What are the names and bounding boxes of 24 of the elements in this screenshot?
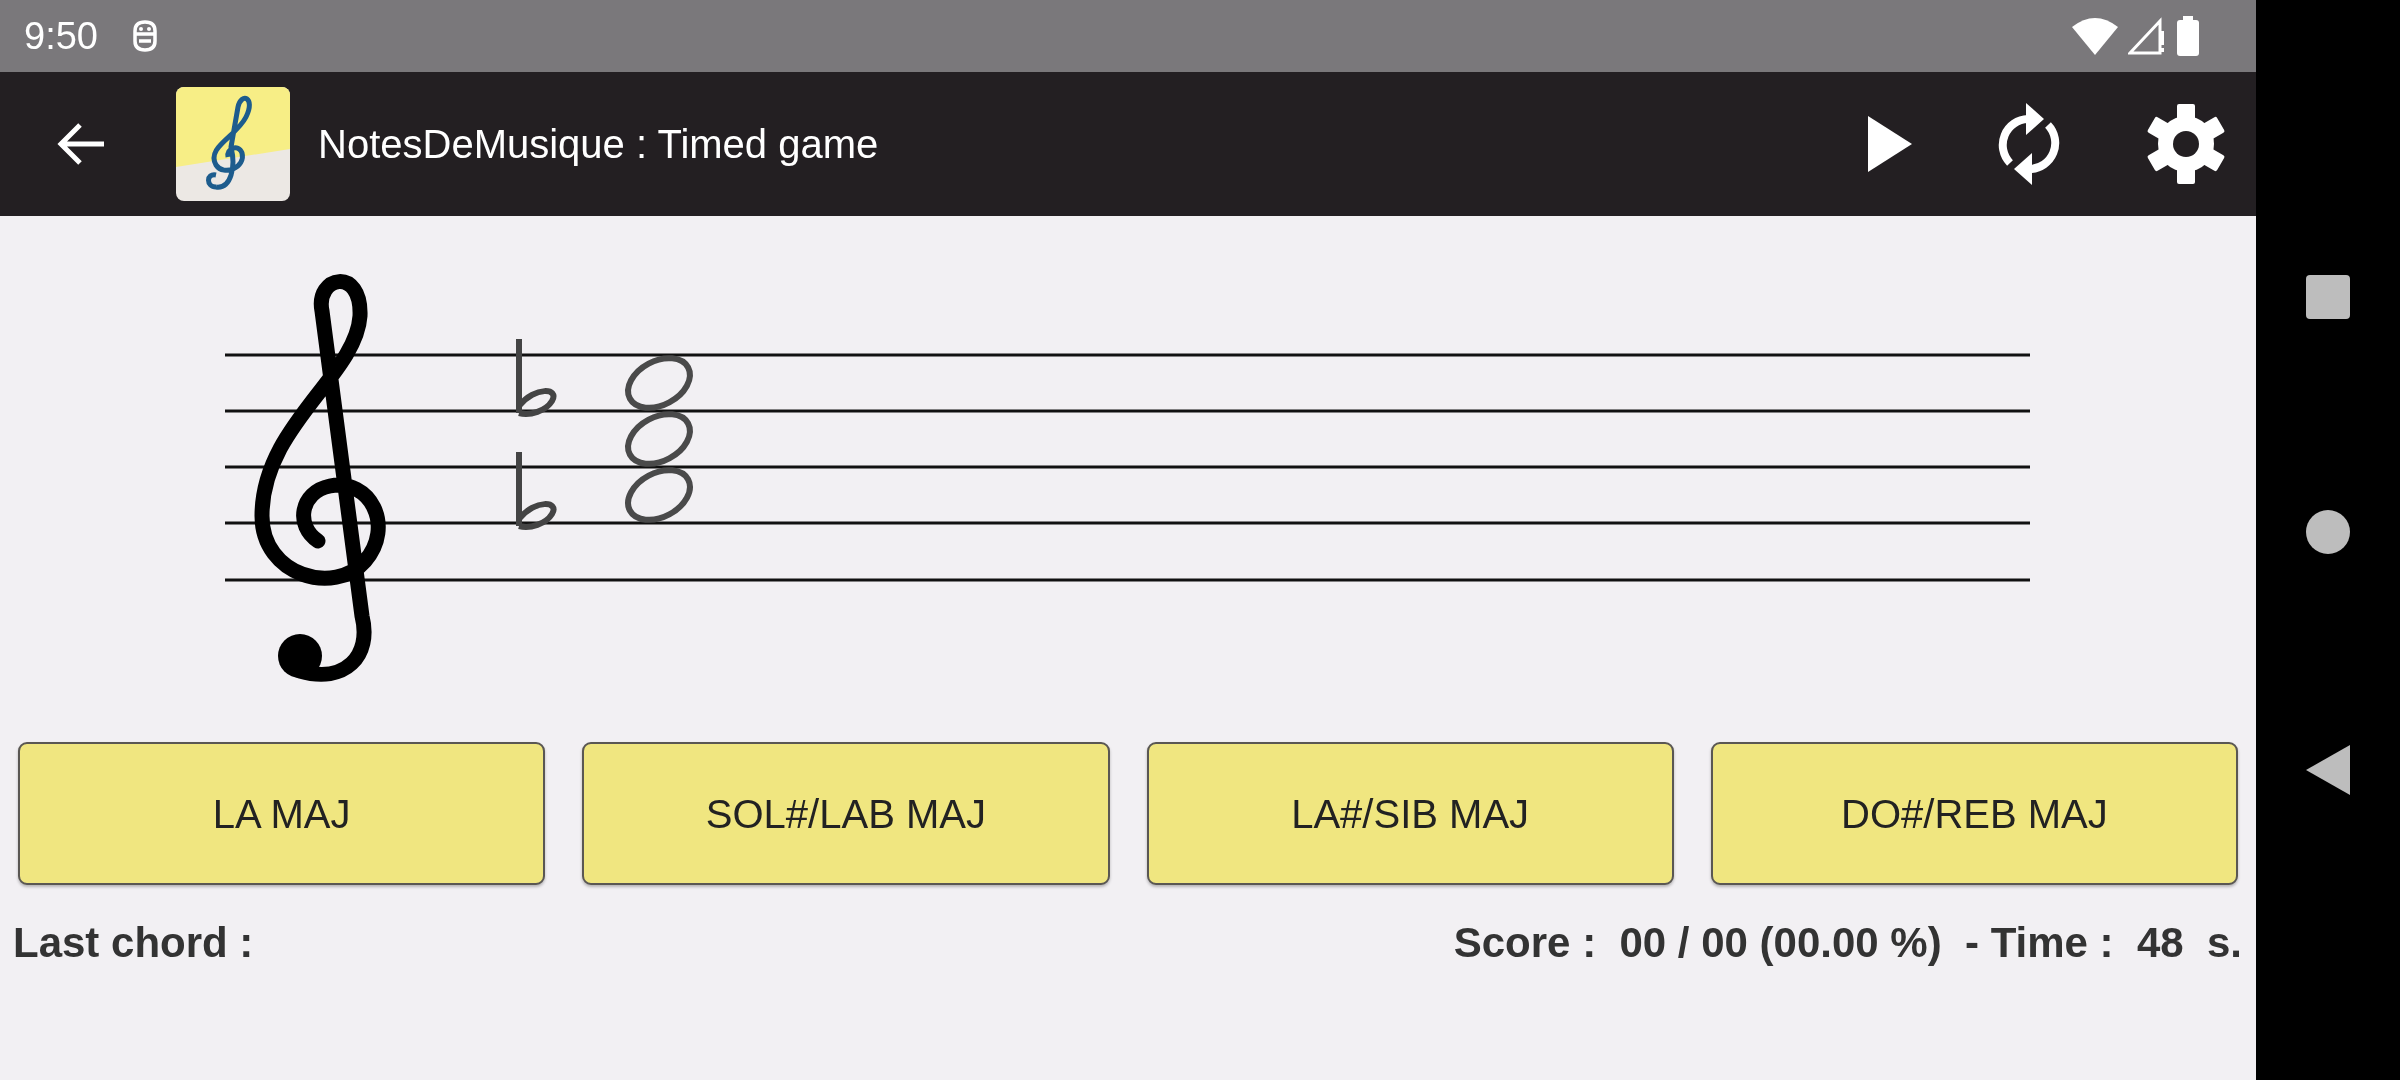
- clock: 9:50: [24, 13, 98, 59]
- answer-button[interactable]: LA MAJ: [18, 742, 546, 885]
- app-logo-icon: [176, 87, 290, 201]
- wifi-icon: [2072, 17, 2118, 55]
- refresh-button[interactable]: [1996, 101, 2062, 187]
- robot-icon: [131, 19, 158, 53]
- last-chord-label: Last chord :: [13, 918, 254, 968]
- score-and-time-text: Score : 00 / 00 (00.00 %) - Time : 48 s.: [1453, 918, 2242, 968]
- settings-button[interactable]: [2146, 104, 2226, 184]
- back-nav-button[interactable]: [2306, 744, 2350, 795]
- treble-clef-icon: [254, 274, 386, 682]
- app-title: NotesDeMusique : Timed game: [318, 121, 879, 168]
- home-button[interactable]: [2306, 510, 2350, 554]
- flat-icon: [516, 336, 557, 417]
- chord-notes-icon: [625, 355, 693, 523]
- play-button[interactable]: [1866, 116, 1912, 172]
- answer-button[interactable]: SOL#/LAB MAJ: [582, 742, 1110, 885]
- back-button[interactable]: [56, 122, 106, 166]
- overview-button[interactable]: [2306, 275, 2350, 320]
- battery-icon: [2176, 16, 2200, 56]
- answer-button[interactable]: LA#/SIB MAJ: [1146, 742, 1674, 885]
- flat-icon: [516, 449, 557, 530]
- signal-icon: [2128, 17, 2166, 55]
- answer-button[interactable]: DO#/REB MAJ: [1710, 742, 2238, 885]
